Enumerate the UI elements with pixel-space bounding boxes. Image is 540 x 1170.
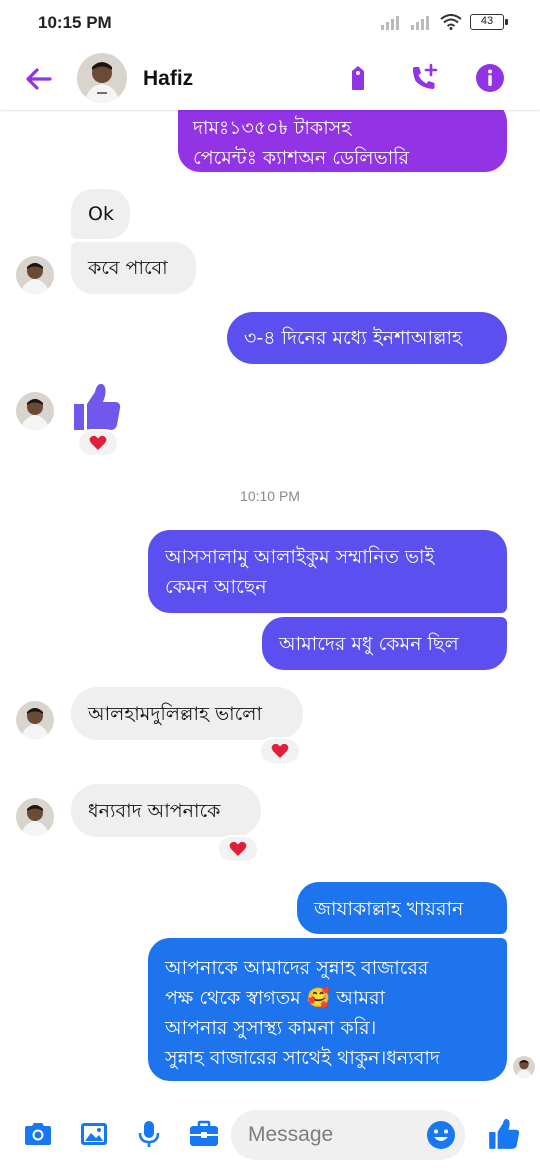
message-bubble-outgoing[interactable]: আসসালামু আলাইকুম সম্মানিত ভাই কেমন আছেন [148, 530, 507, 613]
message-text: জাযাকাল্লাহ খায়রান [314, 898, 464, 920]
message-text: আসসালামু আলাইকুম সম্মানিত ভাই [165, 546, 435, 568]
message-text: পেমেন্টঃ ক্যাশঅন ডেলিভারি [193, 147, 410, 169]
reaction-heart[interactable] [77, 429, 119, 457]
microphone-icon[interactable] [133, 1118, 165, 1150]
message-text: কবে পাবো [88, 257, 168, 279]
camera-icon[interactable] [22, 1118, 54, 1150]
message-text: ৩-৪ দিনের মধ্যে ইনশাআল্লাহ [244, 327, 462, 349]
message-bubble-outgoing[interactable]: আপনাকে আমাদের সুন্নাহ বাজারের পক্ষ থেকে … [148, 938, 507, 1081]
reaction-heart[interactable] [259, 737, 301, 765]
message-text: Ok [88, 203, 114, 225]
contact-name[interactable]: Hafiz [143, 67, 193, 91]
wifi-icon [440, 14, 462, 30]
message-bubble-incoming[interactable]: Ok [71, 189, 130, 239]
emoji-icon[interactable] [425, 1119, 457, 1151]
briefcase-icon[interactable] [188, 1118, 220, 1150]
message-bubble-outgoing[interactable]: জাযাকাল্লাহ খায়রান [297, 882, 507, 934]
message-text: আপনাকে আমাদের সুন্নাহ বাজারের [165, 957, 429, 979]
back-arrow-icon[interactable] [22, 62, 56, 96]
sender-avatar[interactable] [16, 256, 54, 294]
gallery-icon[interactable] [78, 1118, 110, 1150]
sender-avatar[interactable] [16, 798, 54, 836]
heart-icon [271, 743, 289, 758]
message-bubble-outgoing[interactable]: আমাদের মধু কেমন ছিল [262, 617, 507, 670]
message-text: আলহামদুলিল্লাহ ভালো [88, 703, 262, 725]
message-text: পক্ষ থেকে স্বাগতম 🥰 আমরা [165, 987, 386, 1009]
status-icons: 43 [380, 14, 508, 30]
heart-icon [229, 841, 247, 856]
thumbs-up-icon[interactable] [487, 1117, 521, 1151]
message-text: আমাদের মধু কেমন ছিল [279, 633, 459, 655]
message-text: ধন্যবাদ আপনাকে [88, 800, 221, 822]
seen-avatar [513, 1056, 535, 1078]
contact-avatar[interactable] [77, 53, 127, 103]
battery-icon: 43 [470, 14, 508, 30]
message-bubble-outgoing[interactable]: দামঃ১৩৫০৳ টাকাসহ পেমেন্টঃ ক্যাশঅন ডেলিভা… [178, 100, 507, 172]
message-text: দামঃ১৩৫০৳ টাকাসহ [193, 117, 352, 139]
message-composer [0, 1100, 540, 1170]
sender-avatar[interactable] [16, 701, 54, 739]
message-text: সুন্নাহ বাজারের সাথেই থাকুন।ধন্যবাদ [165, 1047, 440, 1069]
signal-icon-2 [411, 16, 429, 30]
conversation-header: Hafiz [0, 48, 540, 110]
message-bubble-incoming[interactable]: ধন্যবাদ আপনাকে [71, 784, 261, 837]
message-timestamp: 10:10 PM [240, 488, 300, 504]
status-bar: 10:15 PM 43 [0, 0, 540, 48]
reaction-heart[interactable] [217, 835, 259, 863]
message-text: আপনার সুসাস্থ্য কামনা করি। [165, 1017, 377, 1039]
status-time: 10:15 PM [38, 13, 112, 32]
message-bubble-incoming[interactable]: আলহামদুলিল্লাহ ভালো [71, 687, 303, 740]
message-bubble-outgoing[interactable]: ৩-৪ দিনের মধ্যে ইনশাআল্লাহ [227, 312, 507, 364]
thumbs-up-sticker[interactable] [70, 380, 124, 432]
heart-icon [89, 435, 107, 450]
tag-icon[interactable] [342, 62, 374, 94]
signal-icon [381, 16, 399, 30]
add-call-icon[interactable] [408, 62, 440, 94]
message-text: কেমন আছেন [165, 576, 267, 598]
info-icon[interactable] [474, 62, 506, 94]
message-bubble-incoming[interactable]: কবে পাবো [71, 242, 196, 294]
sender-avatar[interactable] [16, 392, 54, 430]
